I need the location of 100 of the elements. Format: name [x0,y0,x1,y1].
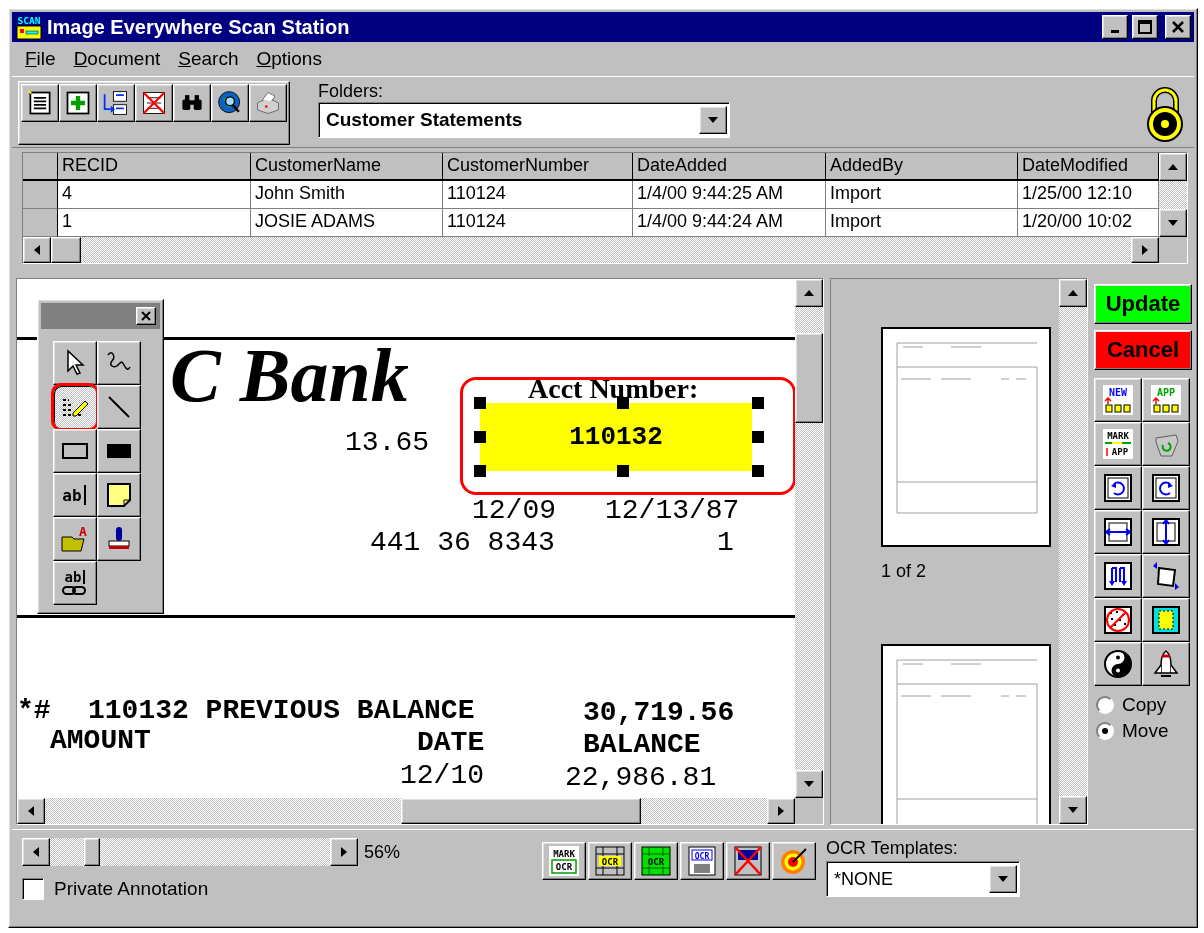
document-text: BALANCE [583,731,701,759]
toolbar-button[interactable] [21,84,59,122]
update-button[interactable]: Update [1094,284,1192,324]
menu-item[interactable]: Document [64,48,170,70]
column-header[interactable]: AddedBy [826,153,1018,181]
radio-button[interactable] [1096,696,1114,714]
annotation-tool[interactable] [53,385,97,429]
checkbox[interactable] [22,878,44,900]
row-header[interactable] [23,181,58,209]
document-text: *# [17,697,51,725]
annotation-tool[interactable]: ab [53,473,97,517]
scroll-right-button[interactable] [767,798,795,824]
column-header[interactable]: DateAdded [633,153,826,181]
ocr-button[interactable]: OCR [634,842,678,880]
scroll-up-button[interactable] [1059,279,1087,307]
maximize-button[interactable] [1132,15,1158,39]
tool-button[interactable] [1094,466,1142,510]
dropdown-button[interactable] [989,865,1017,893]
toolbar-button[interactable] [135,84,173,122]
document-text: 441 36 8343 [370,529,555,557]
close-button[interactable] [1165,15,1191,39]
scroll-thumb[interactable] [51,237,81,263]
resize-handle[interactable] [474,397,486,409]
document-text: 1 [717,529,734,557]
down-arrow-icon [1168,218,1178,228]
document-text: 12/10 [400,762,484,790]
resize-handle[interactable] [752,397,764,409]
append-batch-icon: APP [1150,384,1182,416]
tool-button[interactable] [1142,422,1190,466]
ocr-button[interactable]: OCR [680,842,724,880]
tool-button[interactable] [1142,642,1190,686]
ocr-button[interactable]: MARK OCR [542,842,586,880]
tool-button[interactable] [1142,466,1190,510]
scroll-up-button[interactable] [1159,153,1187,181]
ocr-button[interactable]: OCR [588,842,632,880]
dropdown-button[interactable] [699,106,727,134]
menu-item[interactable]: File [16,48,65,70]
tool-button[interactable] [1142,554,1190,598]
resize-handle[interactable] [617,397,629,409]
tool-button[interactable] [1142,510,1190,554]
scroll-down-button[interactable] [795,770,823,798]
page-thumbnail[interactable] [881,644,1051,824]
scroll-track[interactable] [1159,181,1187,209]
fit-width-icon [1102,516,1134,548]
tool-button[interactable] [1094,642,1142,686]
tool-button[interactable] [1142,598,1190,642]
resize-handle[interactable] [474,431,486,443]
column-header[interactable]: DateModified [1018,153,1159,181]
scroll-down-button[interactable] [1059,796,1087,824]
toolbar-button[interactable] [97,84,135,122]
right-arrow-icon [339,847,349,857]
annotation-tool[interactable]: ab [53,561,97,605]
zoom-slider[interactable] [22,838,358,866]
up-arrow-icon [1168,162,1178,172]
resize-handle[interactable] [474,465,486,477]
highlight-annotation[interactable]: 110132 [480,403,752,471]
cancel-button[interactable]: Cancel [1094,330,1192,370]
tool-button[interactable]: MARK APP [1094,422,1142,466]
scroll-left-button[interactable] [17,798,45,824]
ocr-templates-dropdown[interactable]: *NONE [826,861,1020,897]
radio-button[interactable] [1096,722,1114,740]
scroll-down-button[interactable] [1159,209,1187,237]
folders-dropdown[interactable]: Customer Statements [318,102,730,138]
rotate-left-icon [1102,472,1134,504]
column-header[interactable]: RECID [58,153,251,181]
tool-button[interactable] [1094,554,1142,598]
page-thumbnail[interactable] [881,327,1051,547]
scroll-thumb[interactable] [795,333,823,423]
row-header[interactable] [23,209,58,237]
scrollbar-corner [795,798,823,824]
ocr-templates-label: OCR Templates: [826,838,959,859]
column-header[interactable]: CustomerNumber [443,153,633,181]
scroll-right-button[interactable] [330,838,358,866]
toolbar-button[interactable] [59,84,97,122]
scroll-right-button[interactable] [1131,237,1159,263]
column-header[interactable]: CustomerName [251,153,443,181]
toolbar-button[interactable] [249,84,287,122]
minimize-button[interactable] [1102,15,1128,39]
toolbar-button[interactable] [211,84,249,122]
menu-item[interactable]: Options [247,48,331,70]
scroll-left-button[interactable] [22,838,50,866]
resize-handle[interactable] [752,431,764,443]
ocr-button[interactable] [726,842,770,880]
resize-handle[interactable] [752,465,764,477]
ocr-zone-icon: OCR [594,845,626,877]
tool-button[interactable] [1094,598,1142,642]
new-batch-icon: NEW [1102,384,1134,416]
menu-item[interactable]: Search [169,48,248,70]
toolbar-button[interactable] [173,84,211,122]
document-text: AMOUNT [50,727,151,755]
scroll-thumb[interactable] [401,798,641,824]
ocr-button[interactable] [772,842,816,880]
resize-handle[interactable] [617,465,629,477]
padlock-icon[interactable] [1144,87,1186,143]
slider-thumb[interactable] [84,838,101,866]
tool-button[interactable]: NEW [1094,378,1142,422]
scroll-left-button[interactable] [23,237,51,263]
tool-button[interactable] [1094,510,1142,554]
close-button[interactable] [136,307,156,325]
scroll-up-button[interactable] [795,279,823,307]
